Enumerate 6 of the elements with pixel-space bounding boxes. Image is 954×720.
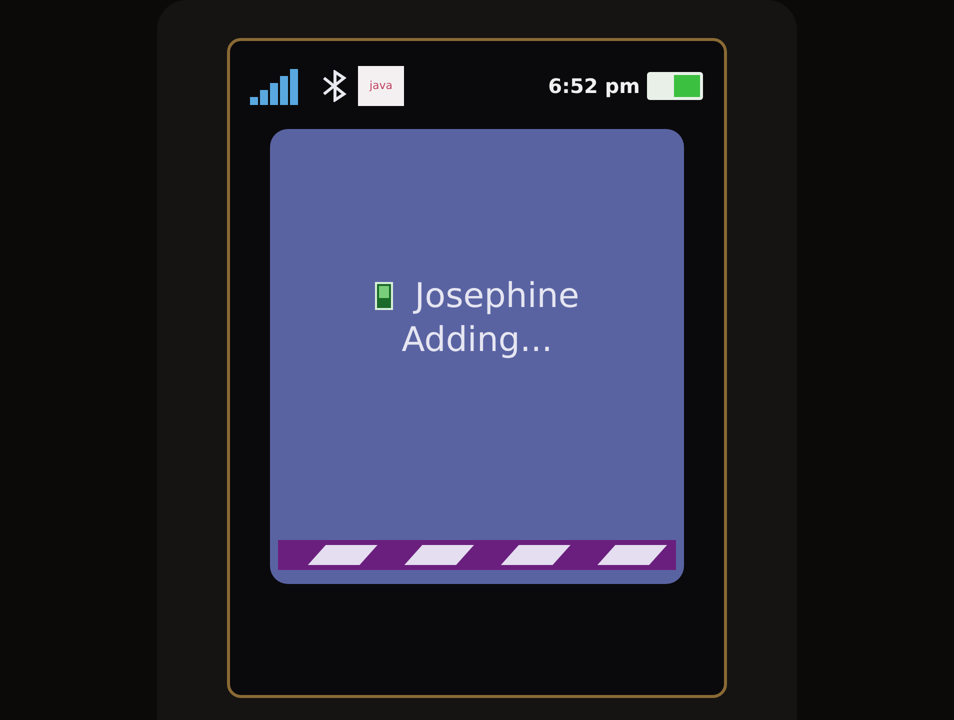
java-icon: java xyxy=(358,66,404,106)
contact-name: Josephine xyxy=(414,279,580,313)
clock-time: 6:52 pm xyxy=(548,73,640,100)
phone-icon xyxy=(374,282,393,310)
status-text: Adding... xyxy=(402,323,552,357)
battery-icon xyxy=(646,71,704,101)
